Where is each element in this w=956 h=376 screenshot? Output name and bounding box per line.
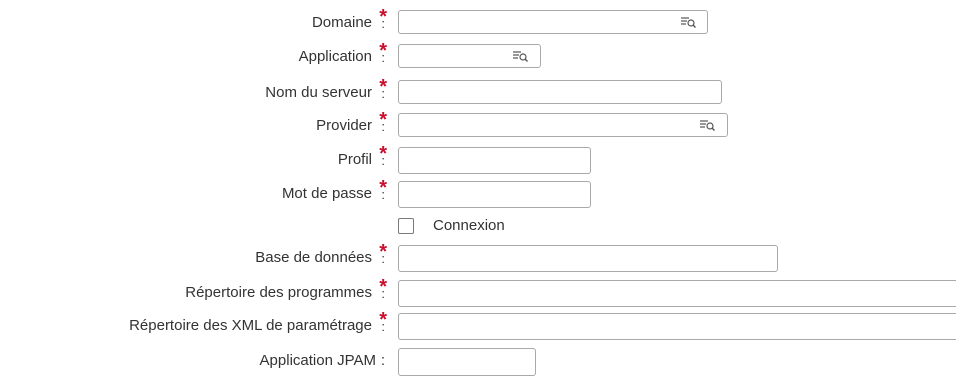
lookup-list-icon[interactable] <box>699 119 715 131</box>
nom-serveur-label: Nom du serveur <box>265 84 372 101</box>
row-application: Application * : <box>0 41 956 70</box>
row-mot-de-passe: Mot de passe * : <box>0 178 956 208</box>
row-rep-programmes: Répertoire des programmes * : <box>0 277 956 307</box>
provider-label: Provider <box>316 117 372 134</box>
colon: : <box>381 119 385 134</box>
application-label: Application <box>298 48 372 65</box>
label-wrap: Base de données * : <box>0 242 394 271</box>
row-domaine: Domaine * : <box>0 7 956 36</box>
label-wrap: Mot de passe * : <box>0 178 394 207</box>
label-wrap: Application JPAM : <box>0 348 394 374</box>
rep-programmes-label: Répertoire des programmes <box>185 284 372 301</box>
mot-de-passe-label: Mot de passe <box>281 185 372 202</box>
domaine-label: Domaine <box>311 14 372 31</box>
label-wrap: Répertoire des programmes * : <box>0 277 394 306</box>
lookup-list-icon[interactable] <box>680 16 696 28</box>
profil-label: Profil <box>337 151 372 168</box>
colon: : <box>380 352 385 369</box>
label-wrap: Provider * : <box>0 110 394 139</box>
base-donnees-label: Base de données <box>255 249 372 266</box>
colon: : <box>381 187 385 202</box>
colon: : <box>381 50 385 65</box>
row-base-donnees: Base de données * : <box>0 242 956 272</box>
connexion-checkbox[interactable] <box>398 218 414 234</box>
row-provider: Provider * : <box>0 110 956 139</box>
row-rep-xml: Répertoire des XML de paramétrage * : <box>0 310 956 340</box>
colon: : <box>381 86 385 101</box>
row-nom-serveur: Nom du serveur * : <box>0 77 956 106</box>
lookup-list-icon[interactable] <box>512 50 528 62</box>
nom-serveur-input[interactable] <box>398 80 722 104</box>
profil-input[interactable] <box>398 147 591 174</box>
colon: : <box>381 153 385 168</box>
colon: : <box>381 251 385 266</box>
rep-xml-label: Répertoire des XML de paramétrage <box>129 317 372 334</box>
colon: : <box>381 16 385 31</box>
provider-input[interactable] <box>398 113 728 137</box>
rep-xml-input[interactable] <box>398 313 956 340</box>
label-wrap: Nom du serveur * : <box>0 77 394 106</box>
label-wrap: Application * : <box>0 41 394 70</box>
row-application-jpam: Application JPAM : <box>0 348 956 376</box>
application-jpam-label: Application JPAM <box>259 352 376 369</box>
domaine-input[interactable] <box>398 10 708 34</box>
label-wrap: Profil * : <box>0 144 394 173</box>
rep-programmes-input[interactable] <box>398 280 956 307</box>
connexion-label[interactable]: Connexion <box>433 217 505 234</box>
row-profil: Profil * : <box>0 144 956 174</box>
server-config-form: Domaine * : Application * : Nom du serve… <box>0 0 956 376</box>
colon: : <box>381 319 385 334</box>
mot-de-passe-input[interactable] <box>398 181 591 208</box>
base-donnees-input[interactable] <box>398 245 778 272</box>
label-wrap: Domaine * : <box>0 7 394 36</box>
label-wrap: Répertoire des XML de paramétrage * : <box>0 310 394 339</box>
application-jpam-input[interactable] <box>398 348 536 376</box>
colon: : <box>381 286 385 301</box>
